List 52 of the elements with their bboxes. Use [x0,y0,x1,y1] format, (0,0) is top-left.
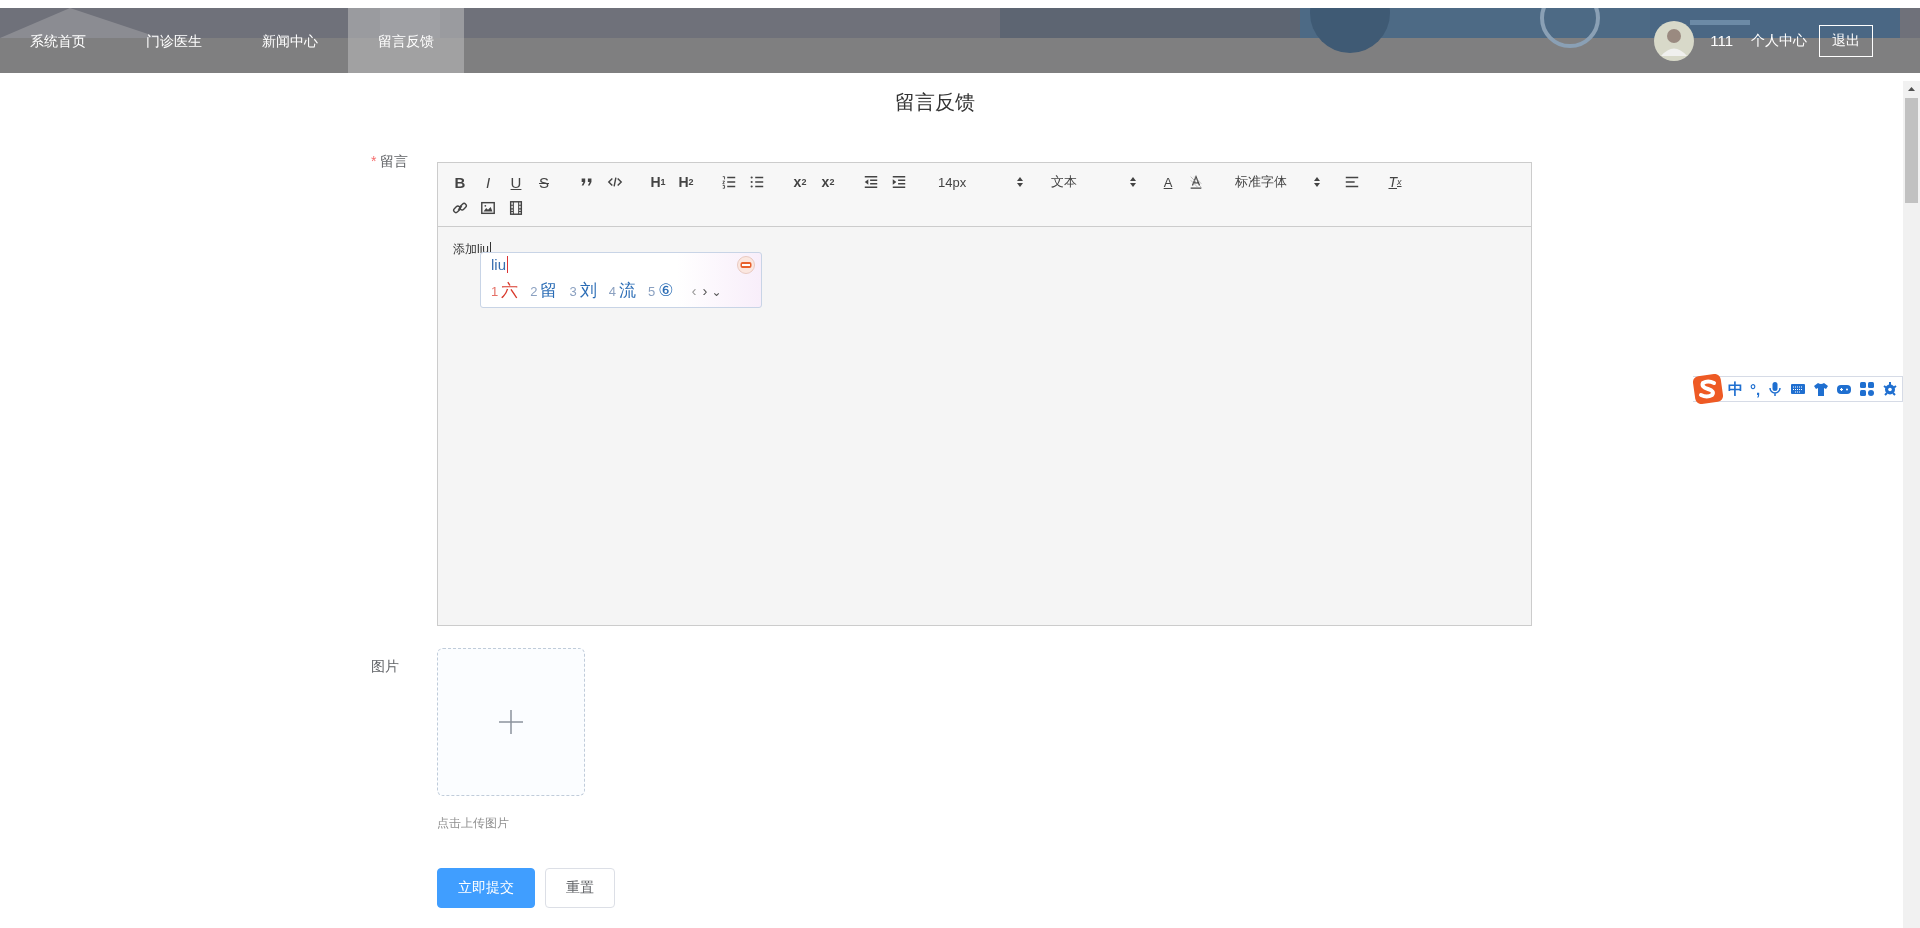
image-icon[interactable] [480,200,496,216]
numbered-list-icon[interactable] [721,174,737,190]
bold-button[interactable]: B [446,171,474,193]
nav-tab[interactable]: 门诊医生 [116,8,232,73]
text-color-button[interactable]: A [1154,171,1182,193]
ime-candidate[interactable]: 4 流 [608,279,636,302]
underline-button[interactable]: U [502,171,530,193]
ime-candidate[interactable]: 3 刘 [569,279,597,302]
mascot-icon [737,256,755,274]
italic-button[interactable]: I [474,171,502,193]
highlight-icon[interactable] [1188,174,1204,190]
indent-icon[interactable] [891,174,907,190]
logout-button[interactable]: 退出 [1819,24,1873,57]
ime-composition: liu [491,256,508,273]
next-page-button[interactable]: › [702,282,708,299]
plus-icon [498,709,524,735]
dropdown-select[interactable]: 标准字体 [1225,171,1323,193]
reset-button[interactable]: 重置 [545,868,615,908]
field-label: 图片 [371,658,399,674]
ime-candidate[interactable]: 2 留 [530,279,558,302]
field-label: * 留言 [371,153,409,169]
strikethrough-button[interactable]: S [530,171,558,193]
sort-arrows-icon[interactable] [1313,176,1321,188]
upload-hint: 点击上传图片 [437,815,510,832]
avatar[interactable] [1654,20,1695,61]
apps-grid-icon[interactable] [1859,381,1876,397]
dropdown-select[interactable]: 文本 [1041,171,1139,193]
settings-icon[interactable] [1882,381,1899,397]
ime-candidate[interactable]: 5 ⑥ [647,280,674,301]
scrollbar-thumb[interactable] [1905,98,1918,203]
profile-link[interactable]: 个人中心 [1751,31,1807,50]
keyboard-icon[interactable] [1790,381,1807,397]
microphone-icon[interactable] [1767,381,1784,397]
nav-tab[interactable]: 系统首页 [0,8,116,73]
link-icon[interactable] [452,200,468,216]
input-mode-toggle[interactable]: 中 [1728,379,1743,399]
ime-candidate[interactable]: 1 六 [491,279,519,302]
film-icon[interactable] [508,200,524,216]
shirt-icon[interactable] [1813,381,1830,397]
punctuation-toggle[interactable]: °, [1750,380,1761,398]
dropdown-select[interactable]: 14px [928,171,1026,193]
code-icon[interactable] [607,174,623,190]
outdent-icon[interactable] [863,174,879,190]
script-button[interactable]: x$^{2}$ [814,171,842,193]
username: 111 [1710,32,1733,49]
page-title: 留言反馈 [893,90,976,115]
bullet-list-icon[interactable] [749,174,765,190]
align-icon[interactable] [1344,174,1360,190]
sort-arrows-icon[interactable] [1016,176,1024,188]
expand-button[interactable]: ⌄ [711,285,722,299]
nav-tab[interactable]: 新闻中心 [232,8,348,73]
sort-arrows-icon[interactable] [1129,176,1137,188]
